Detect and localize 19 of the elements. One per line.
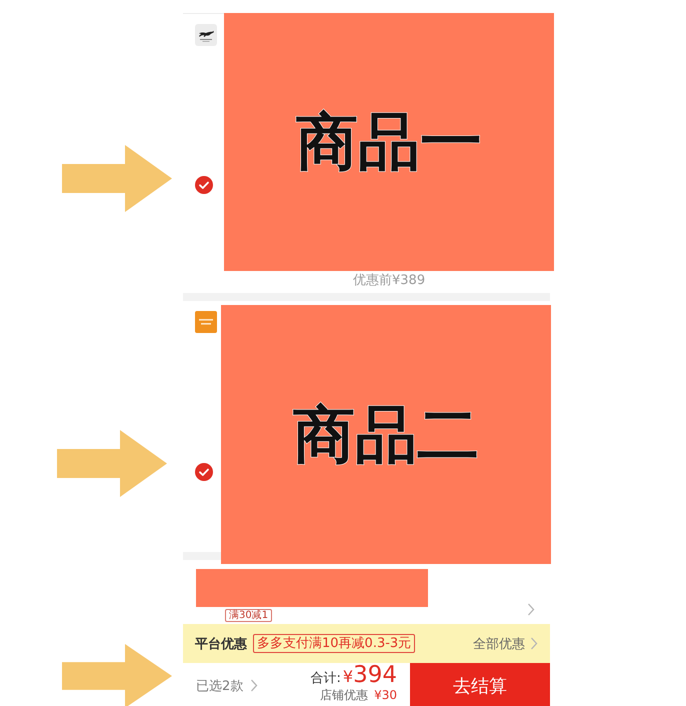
discount-label: 店铺优惠 bbox=[320, 687, 368, 704]
store-logo-icon bbox=[195, 24, 217, 46]
checkout-button[interactable]: 去结算 bbox=[410, 663, 550, 706]
offer-tag: 多多支付满10再减0.3-3元 bbox=[253, 634, 416, 653]
discount-amount: ¥30 bbox=[374, 687, 397, 704]
chevron-right-icon bbox=[530, 637, 538, 650]
product-label-overlay: 商品一 bbox=[224, 13, 554, 271]
all-offers-link[interactable]: 全部优惠 bbox=[473, 634, 538, 652]
coupon-tag: 满30减1 bbox=[225, 609, 272, 622]
checked-circle-icon[interactable] bbox=[195, 463, 213, 481]
chevron-right-icon bbox=[250, 679, 258, 692]
store-logo-icon bbox=[195, 311, 217, 333]
selected-count-button[interactable]: 已选2款 bbox=[196, 678, 258, 694]
total-label: 合计: bbox=[310, 670, 341, 688]
total-price: ¥394 bbox=[342, 664, 397, 688]
checked-circle-icon[interactable] bbox=[195, 176, 213, 194]
product-label-overlay: 商品二 bbox=[221, 305, 551, 564]
original-price-text: 优惠前¥389 bbox=[353, 273, 426, 288]
promo-label: 平台优惠 bbox=[195, 636, 247, 652]
